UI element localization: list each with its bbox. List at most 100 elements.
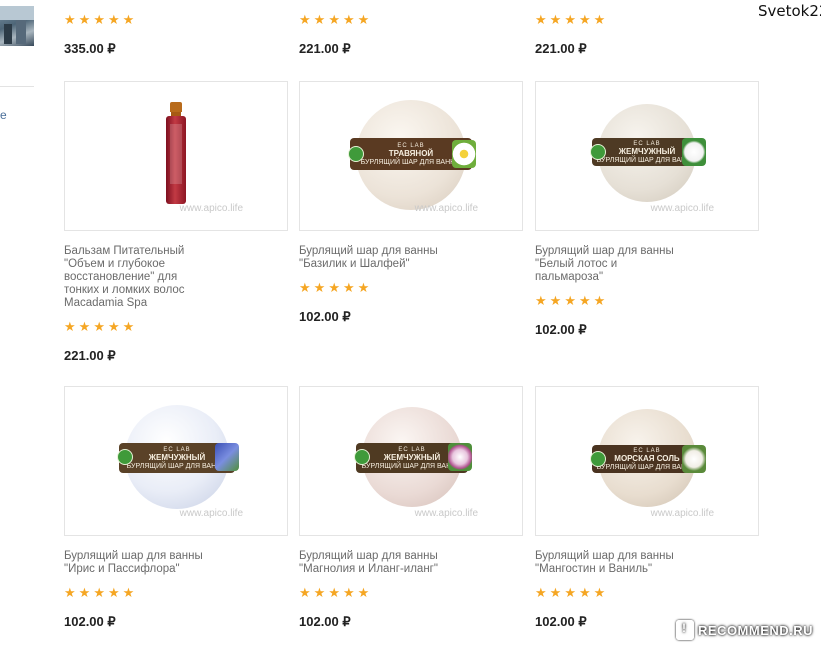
star-icon: ★	[328, 280, 340, 295]
star-icon: ★	[535, 585, 547, 600]
star-icon: ★	[313, 280, 326, 295]
eco-seal-icon	[590, 451, 606, 467]
chamomile-icon	[452, 140, 476, 168]
recommend-watermark-text: RECOMMEND.RU	[698, 622, 814, 638]
product-price: 221.00 ₽	[299, 41, 351, 56]
product-image[interactable]: EC LAB ЖЕМЧУЖНЫЙ БУРЛЯЩИЙ ШАР ДЛЯ ВАННЫ ww…	[299, 386, 523, 536]
product-image[interactable]: EC LAB ЖЕМЧУЖНЫЙ БУРЛЯЩИЙ ШАР ДЛЯ ВАННЫ ww…	[64, 386, 288, 536]
rating-stars: ★ ★ ★ ★ ★	[535, 13, 685, 27]
star-icon: ★	[342, 585, 355, 600]
vanilla-flower-icon	[682, 445, 706, 473]
star-icon: ★	[107, 585, 120, 600]
product-card[interactable]: EC LAB ЖЕМЧУЖНЫЙ БУРЛЯЩИЙ ШАР ДЛЯ ВАННЫ ww…	[64, 386, 288, 630]
image-watermark: www.apico.life	[650, 508, 714, 519]
lotus-icon	[682, 138, 706, 166]
star-icon: ★	[564, 293, 576, 308]
product-card[interactable]: EC LAB ТРАВЯНОЙ БУРЛЯЩИЙ ШАР ДЛЯ ВАННЫ www…	[299, 81, 523, 325]
star-icon: ★	[564, 585, 576, 600]
recommend-logo-icon	[676, 620, 694, 640]
star-icon: ★	[342, 280, 355, 295]
bath-bomb-image: EC LAB ЖЕМЧУЖНЫЙ БУРЛЯЩИЙ ШАР ДЛЯ ВАННЫ	[117, 405, 239, 509]
product-image[interactable]: EC LAB ЖЕМЧУЖНЫЙ БУРЛЯЩИЙ ШАР ДЛЯ ВАННЫ ww…	[535, 81, 759, 231]
product-name-link[interactable]: Бурлящий шар для ванны "Ирис и Пассифлор…	[64, 550, 214, 576]
top-product-1: ★ ★ ★ ★ ★ 221.00 ₽	[299, 13, 449, 57]
star-icon: ★	[122, 12, 135, 27]
eco-seal-icon	[117, 449, 133, 465]
recommend-watermark: RECOMMEND.RU	[676, 620, 813, 640]
rating-stars: ★ ★ ★ ★ ★	[535, 294, 759, 308]
star-icon: ★	[122, 585, 135, 600]
star-icon: ★	[328, 12, 340, 27]
product-card[interactable]: EC LAB ЖЕМЧУЖНЫЙ БУРЛЯЩИЙ ШАР ДЛЯ ВАННЫ ww…	[535, 81, 759, 338]
eco-seal-icon	[354, 449, 370, 465]
rating-stars: ★ ★ ★ ★ ★	[299, 281, 523, 295]
product-image[interactable]: EC LAB МОРСКАЯ СОЛЬ БУРЛЯЩИЙ ШАР ДЛЯ ВАННЫ…	[535, 386, 759, 536]
product-card[interactable]: EC LAB ЖЕМЧУЖНЫЙ БУРЛЯЩИЙ ШАР ДЛЯ ВАННЫ ww…	[299, 386, 523, 630]
star-icon: ★	[107, 319, 120, 334]
star-icon: ★	[328, 585, 340, 600]
star-icon: ★	[593, 585, 606, 600]
rating-stars: ★ ★ ★ ★ ★	[535, 586, 759, 600]
rating-stars: ★ ★ ★ ★ ★	[299, 586, 523, 600]
rating-stars: ★ ★ ★ ★ ★	[64, 13, 214, 27]
product-name-link[interactable]: Бальзам Питательный "Объем и глубокое во…	[64, 245, 214, 310]
eco-seal-icon	[590, 144, 606, 160]
product-card[interactable]: www.apico.life Бальзам Питательный "Объе…	[64, 81, 288, 364]
watermark-username: Svetok22	[758, 2, 821, 20]
left-divider	[0, 86, 34, 87]
star-icon: ★	[549, 585, 562, 600]
star-icon: ★	[535, 12, 547, 27]
bottle-icon	[166, 102, 186, 204]
star-icon: ★	[93, 12, 105, 27]
star-icon: ★	[122, 319, 135, 334]
product-card[interactable]: EC LAB МОРСКАЯ СОЛЬ БУРЛЯЩИЙ ШАР ДЛЯ ВАННЫ…	[535, 386, 759, 630]
top-product-2: ★ ★ ★ ★ ★ 221.00 ₽	[535, 13, 685, 57]
star-icon: ★	[535, 293, 547, 308]
magnolia-icon	[448, 443, 472, 471]
star-icon: ★	[107, 12, 120, 27]
product-name-link[interactable]: Бурлящий шар для ванны "Белый лотос и па…	[535, 245, 685, 284]
star-icon: ★	[357, 280, 370, 295]
star-icon: ★	[64, 12, 76, 27]
star-icon: ★	[78, 319, 91, 334]
star-icon: ★	[299, 585, 311, 600]
star-icon: ★	[299, 12, 311, 27]
star-icon: ★	[93, 319, 105, 334]
star-icon: ★	[357, 12, 370, 27]
star-icon: ★	[578, 12, 591, 27]
star-icon: ★	[299, 280, 311, 295]
image-watermark: www.apico.life	[414, 508, 478, 519]
star-icon: ★	[93, 585, 105, 600]
image-watermark: www.apico.life	[414, 203, 478, 214]
star-icon: ★	[578, 293, 591, 308]
star-icon: ★	[549, 293, 562, 308]
image-watermark: www.apico.life	[179, 508, 243, 519]
bath-bomb-image: EC LAB ТРАВЯНОЙ БУРЛЯЩИЙ ШАР ДЛЯ ВАННЫ	[348, 100, 476, 210]
product-name-link[interactable]: Бурлящий шар для ванны "Магнолия и Иланг…	[299, 550, 449, 576]
star-icon: ★	[64, 585, 76, 600]
star-icon: ★	[313, 12, 326, 27]
image-watermark: www.apico.life	[179, 203, 243, 214]
rating-stars: ★ ★ ★ ★ ★	[299, 13, 449, 27]
left-partial-link[interactable]: e	[0, 108, 7, 122]
iris-icon	[215, 443, 239, 471]
star-icon: ★	[549, 12, 562, 27]
product-price: 335.00 ₽	[64, 41, 116, 56]
product-image[interactable]: EC LAB ТРАВЯНОЙ БУРЛЯЩИЙ ШАР ДЛЯ ВАННЫ www…	[299, 81, 523, 231]
product-price: 102.00 ₽	[64, 614, 116, 629]
product-price: 221.00 ₽	[64, 348, 116, 363]
product-price: 102.00 ₽	[299, 309, 351, 324]
bath-bomb-image: EC LAB ЖЕМЧУЖНЫЙ БУРЛЯЩИЙ ШАР ДЛЯ ВАННЫ	[590, 104, 706, 202]
star-icon: ★	[78, 585, 91, 600]
partial-thumbnail-image[interactable]	[0, 6, 34, 46]
star-icon: ★	[593, 293, 606, 308]
product-price: 102.00 ₽	[299, 614, 351, 629]
product-image[interactable]: www.apico.life	[64, 81, 288, 231]
product-name-link[interactable]: Бурлящий шар для ванны "Мангостин и Вани…	[535, 550, 685, 576]
star-icon: ★	[578, 585, 591, 600]
star-icon: ★	[593, 12, 606, 27]
eco-seal-icon	[348, 146, 364, 162]
star-icon: ★	[357, 585, 370, 600]
rating-stars: ★ ★ ★ ★ ★	[64, 320, 288, 334]
product-name-link[interactable]: Бурлящий шар для ванны "Базилик и Шалфей…	[299, 245, 449, 271]
